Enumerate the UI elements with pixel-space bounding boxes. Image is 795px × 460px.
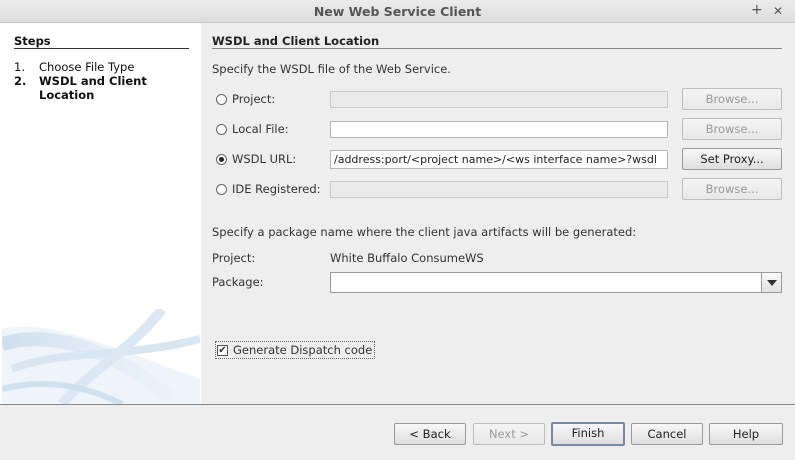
radio-label: IDE Registered: — [232, 182, 321, 196]
ide-registered-field — [330, 181, 668, 198]
radio-label: Project: — [232, 92, 276, 106]
project-field — [330, 91, 668, 108]
button-bar: < Back Next > Finish Cancel Help — [0, 404, 795, 460]
wsdl-url-input[interactable]: /address:port/<project name>/<ws interfa… — [330, 150, 668, 169]
close-icon[interactable]: ✕ — [773, 4, 783, 18]
step-number: 2. — [14, 74, 27, 88]
project-browse-button: Browse... — [682, 88, 782, 110]
set-proxy-button[interactable]: Set Proxy... — [682, 148, 782, 170]
title-bar: New Web Service Client + ✕ — [0, 0, 795, 23]
step-number: 1. — [14, 60, 25, 74]
local-file-field[interactable] — [330, 121, 668, 138]
radio-button[interactable] — [216, 183, 227, 195]
checkbox-label: Generate Dispatch code — [233, 343, 373, 357]
step-label: Choose File Type — [39, 60, 135, 74]
finish-button[interactable]: Finish — [551, 422, 625, 446]
ide-registered-browse-button: Browse... — [682, 178, 782, 200]
radio-ide-registered[interactable]: IDE Registered: — [216, 181, 321, 197]
checkmark-icon: ✔ — [218, 344, 227, 356]
radio-local-file[interactable]: Local File: — [216, 121, 289, 137]
radio-project[interactable]: Project: — [216, 91, 275, 107]
window-title: New Web Service Client — [313, 4, 482, 19]
radio-wsdl-url[interactable]: WSDL URL: — [216, 151, 296, 167]
help-button[interactable]: Help — [709, 423, 783, 445]
main-panel: WSDL and Client Location Specify the WSD… — [201, 23, 795, 404]
package-combobox[interactable] — [330, 272, 782, 293]
project-label: Project: — [212, 251, 256, 265]
step-label: WSDL and Client Location — [39, 74, 147, 102]
radio-button[interactable] — [216, 123, 227, 135]
radio-button[interactable] — [216, 93, 227, 105]
section-title: WSDL and Client Location — [212, 34, 380, 48]
generate-dispatch-checkbox[interactable]: ✔ Generate Dispatch code — [215, 341, 376, 359]
chevron-down-icon[interactable] — [761, 273, 781, 292]
radio-label: Local File: — [232, 122, 289, 136]
steps-heading: Steps — [14, 34, 51, 48]
package-instruction: Specify a package name where the client … — [212, 225, 637, 239]
project-name-value: White Buffalo ConsumeWS — [330, 251, 484, 265]
radio-label: WSDL URL: — [232, 152, 297, 166]
steps-divider — [14, 48, 189, 49]
back-button[interactable]: < Back — [394, 423, 466, 445]
section-divider — [212, 48, 782, 49]
package-label: Package: — [212, 275, 264, 289]
decorative-swoosh-graphic — [2, 309, 200, 404]
local-file-browse-button: Browse... — [682, 118, 782, 140]
steps-panel: Steps 1. Choose File Type 2. WSDL and Cl… — [2, 23, 200, 404]
wsdl-instruction: Specify the WSDL file of the Web Service… — [212, 62, 451, 76]
maximize-icon[interactable]: + — [751, 2, 763, 18]
checkbox-box[interactable]: ✔ — [217, 344, 228, 356]
radio-button[interactable] — [216, 153, 227, 165]
cancel-button[interactable]: Cancel — [631, 423, 703, 445]
next-button: Next > — [473, 423, 545, 445]
